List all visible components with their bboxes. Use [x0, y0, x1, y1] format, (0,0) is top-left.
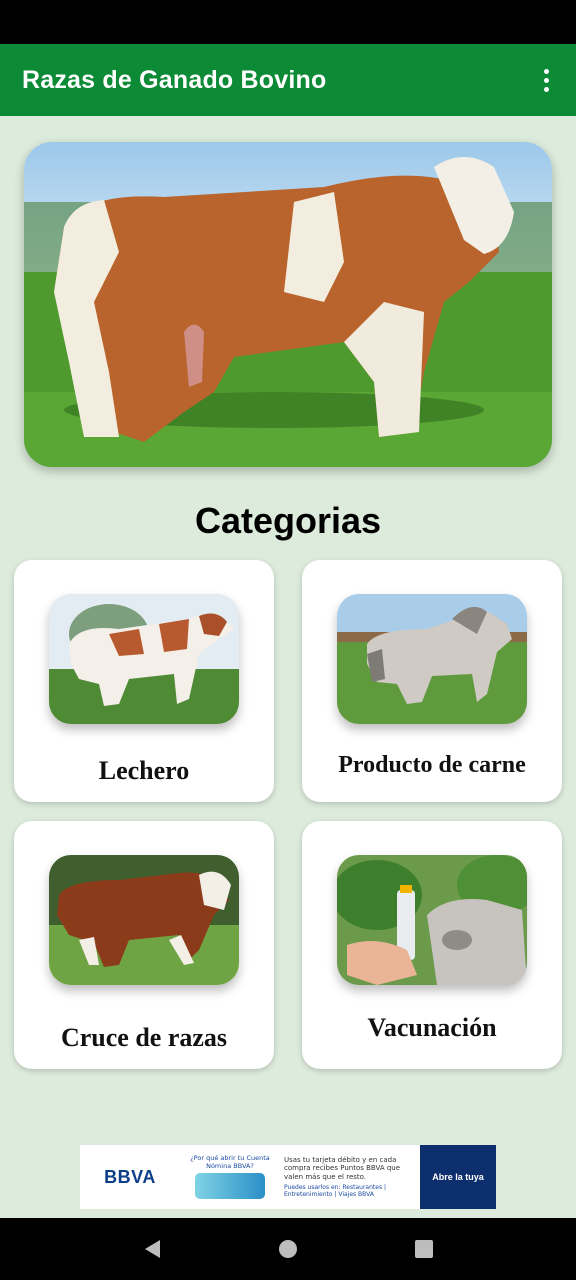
section-title: Categorias — [194, 500, 382, 541]
category-card-vacunacion[interactable]: Vacunación — [302, 821, 562, 1069]
app-bar: Razas de Ganado Bovino — [0, 44, 576, 116]
ad-brand: BBVA — [104, 1166, 156, 1187]
ad-question: ¿Por qué abrir tu Cuenta Nómina BBVA? — [190, 1154, 270, 1170]
system-nav-bar — [0, 1218, 576, 1280]
hereford-bull-image — [49, 855, 239, 985]
back-triangle-icon[interactable] — [132, 1229, 172, 1269]
brahman-bull-image — [337, 594, 527, 724]
status-bar — [0, 0, 576, 44]
bbva-ad-banner[interactable]: BBVA ¿Por qué abrir tu Cuenta Nómina BBV… — [80, 1145, 496, 1209]
more-vert-icon[interactable] — [536, 60, 556, 100]
ad-copy: Usas tu tarjeta débito y en cada compra … — [284, 1156, 401, 1181]
holstein-dairy-cow-image — [49, 594, 239, 724]
hero-image — [24, 142, 552, 467]
category-card-producto-de-carne[interactable]: Producto de carne — [302, 560, 562, 802]
app-title: Razas de Ganado Bovino — [22, 65, 327, 94]
category-label: Cruce de razas — [60, 1023, 228, 1052]
recents-square-icon[interactable] — [404, 1229, 444, 1269]
cow-vaccination-image — [337, 855, 527, 985]
category-label: Vacunación — [367, 1013, 497, 1042]
category-label: Lechero — [98, 756, 190, 785]
category-card-cruce-de-razas[interactable]: Cruce de razas — [14, 821, 274, 1069]
ad-fine-print: Puedes usarlos en: Restaurantes | Entret… — [284, 1183, 386, 1198]
home-circle-icon[interactable] — [268, 1229, 308, 1269]
ad-card-image — [195, 1172, 265, 1199]
category-label: Producto de carne — [338, 752, 526, 778]
ad-cta-button[interactable]: Abre la tuya — [420, 1145, 496, 1209]
category-card-lechero[interactable]: Lechero — [14, 560, 274, 802]
